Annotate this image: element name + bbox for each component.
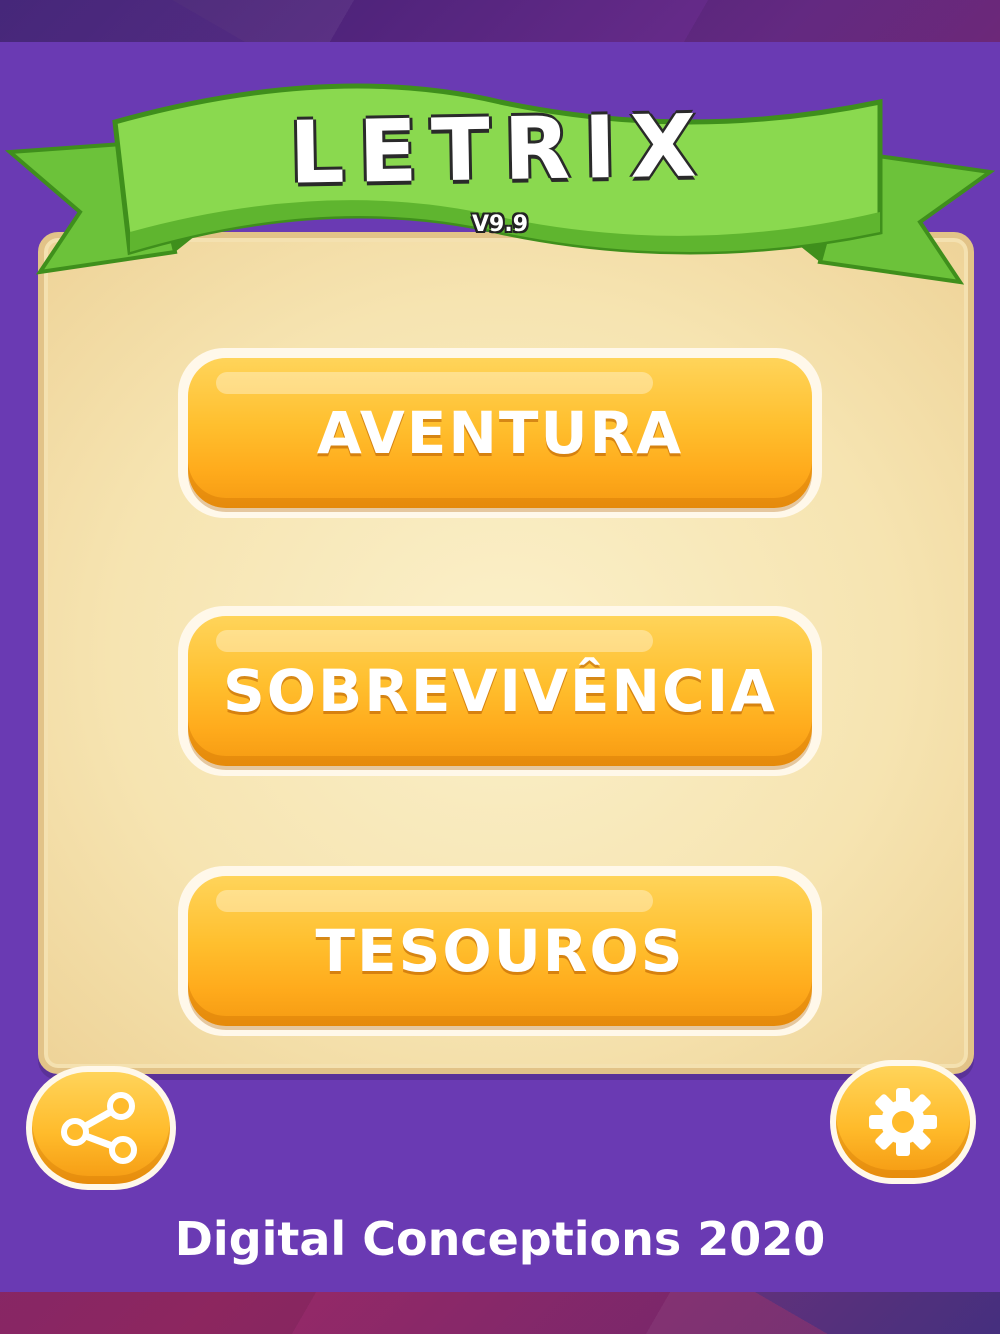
sobrevivencia-button-face: SOBREVIVÊNCIA [188, 616, 812, 766]
footer-credit: Digital Conceptions 2020 [174, 1212, 826, 1266]
share-button[interactable] [26, 1066, 176, 1190]
game-screen: LETRIX V9.9 AVENTURA SOBREVIVÊNCIA TESOU… [0, 0, 1000, 1334]
share-button-face [32, 1072, 170, 1184]
button-shine [216, 890, 653, 912]
gear-icon [869, 1088, 937, 1156]
aventura-button[interactable]: AVENTURA [178, 348, 822, 518]
settings-button-face [836, 1066, 970, 1178]
aventura-label: AVENTURA [316, 399, 684, 467]
game-title: LETRIX [288, 96, 712, 204]
tesouros-label: TESOUROS [315, 917, 685, 985]
settings-button[interactable] [830, 1060, 976, 1184]
button-shine [216, 630, 653, 652]
aventura-button-face: AVENTURA [188, 358, 812, 508]
button-shine [216, 372, 653, 394]
share-icon [61, 1092, 137, 1164]
sobrevivencia-label: SOBREVIVÊNCIA [222, 657, 778, 725]
tesouros-button-face: TESOUROS [188, 876, 812, 1026]
version-label: V9.9 [472, 212, 528, 237]
sobrevivencia-button[interactable]: SOBREVIVÊNCIA [178, 606, 822, 776]
tesouros-button[interactable]: TESOUROS [178, 866, 822, 1036]
